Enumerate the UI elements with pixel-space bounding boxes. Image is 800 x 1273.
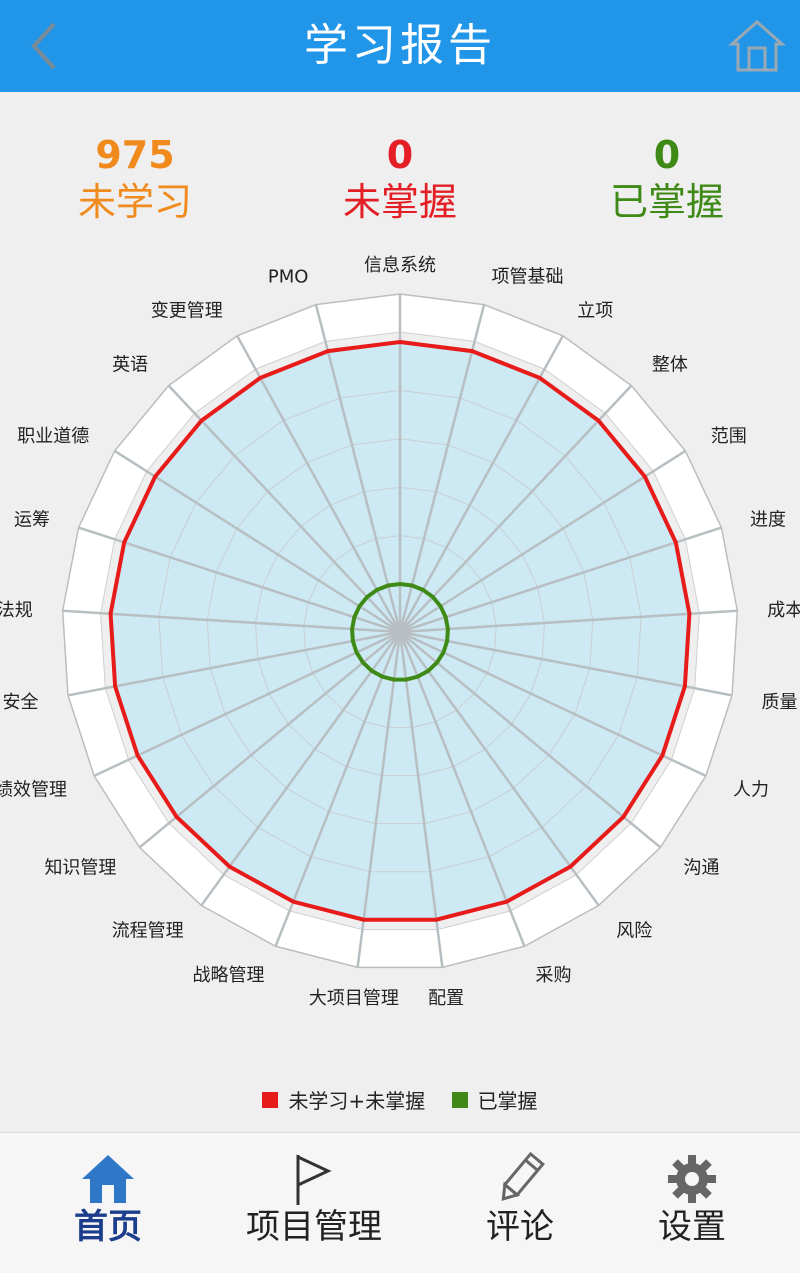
gear-icon xyxy=(668,1155,716,1203)
legend-swatch-red xyxy=(262,1091,279,1108)
stat-unmastered-label: 未掌握 xyxy=(342,180,457,224)
axis-label: 风险 xyxy=(616,921,652,942)
axis-label: 绩效管理 xyxy=(0,780,67,801)
axis-label: 运筹 xyxy=(14,509,50,530)
axis-label: 安全 xyxy=(3,692,39,713)
tab-project-management[interactable]: 项目管理 xyxy=(214,1133,414,1273)
legend-label: 已掌握 xyxy=(477,1089,538,1113)
tab-project-management-label: 项目管理 xyxy=(246,1207,382,1247)
tab-comments[interactable]: 评论 xyxy=(420,1133,620,1273)
flag-icon xyxy=(296,1154,332,1205)
axis-label: 范围 xyxy=(711,426,747,447)
axis-label: 流程管理 xyxy=(112,921,184,942)
axis-label: 职业道德 xyxy=(17,426,89,447)
axis-label: 采购 xyxy=(535,965,571,986)
stat-unlearned: 975 未学习 xyxy=(5,132,265,226)
axis-label: 项管基础 xyxy=(492,267,564,288)
stat-mastered-label: 已掌握 xyxy=(609,180,724,224)
axis-label: 配置 xyxy=(428,988,464,1009)
home-icon[interactable] xyxy=(728,18,786,74)
stat-unlearned-value: 975 xyxy=(95,133,175,177)
stat-mastered: 0 已掌握 xyxy=(537,132,797,226)
stat-mastered-value: 0 xyxy=(653,133,681,177)
legend-swatch-green xyxy=(451,1091,468,1108)
axis-label: 知识管理 xyxy=(44,858,116,879)
legend-item: 未学习+未掌握 xyxy=(262,1085,425,1114)
stat-unmastered: 0 未掌握 xyxy=(270,132,530,226)
radar-chart: 信息系统项管基础立项整体范围进度成本质量人力沟通风险采购配置 大项目管理 战略管理 流… xyxy=(0,255,800,1009)
stat-unlearned-label: 未学习 xyxy=(77,180,192,224)
axis-label: 战略管理 xyxy=(193,965,265,986)
stat-unmastered-value: 0 xyxy=(386,133,414,177)
axis-label: 沟通 xyxy=(684,858,720,879)
home-icon xyxy=(82,1155,134,1203)
page-title: 学习报告 xyxy=(304,20,496,71)
axis-label: 质量 xyxy=(761,692,797,713)
axis-label: 人力 xyxy=(733,780,769,801)
axis-label: 立项 xyxy=(577,301,613,322)
tab-settings[interactable]: 设置 xyxy=(592,1133,792,1273)
legend-label: 未学习+未掌握 xyxy=(288,1089,426,1113)
pencil-icon xyxy=(501,1151,545,1201)
app-header: 学习报告 xyxy=(0,0,800,92)
axis-label: 大项目管理 xyxy=(309,988,399,1009)
axis-label: 信息系统 xyxy=(364,255,436,276)
axis-label: 变更管理 xyxy=(151,301,223,322)
axis-label: 法规 xyxy=(0,600,33,621)
report-content: 975 未学习 0 未掌握 0 已掌握 信息系统项管基础 立项整体范围进度成本质量… xyxy=(0,92,800,1132)
axis-label: 成本 xyxy=(767,600,800,621)
bottom-nav: 首页 项目管理 评论 设置 xyxy=(0,1132,800,1273)
axis-label: 英语 xyxy=(112,355,148,376)
tab-comments-label: 评论 xyxy=(486,1207,554,1247)
chart-legend: 未学习+未掌握 已掌握 xyxy=(0,1085,800,1114)
axis-label: 整体 xyxy=(652,355,688,376)
tab-settings-label: 设置 xyxy=(658,1207,726,1247)
tab-home-label: 首页 xyxy=(74,1207,142,1247)
axis-label: 进度 xyxy=(750,509,786,530)
legend-item: 已掌握 xyxy=(451,1085,538,1114)
axis-label: PMO xyxy=(268,267,309,288)
tab-home[interactable]: 首页 xyxy=(8,1133,208,1273)
